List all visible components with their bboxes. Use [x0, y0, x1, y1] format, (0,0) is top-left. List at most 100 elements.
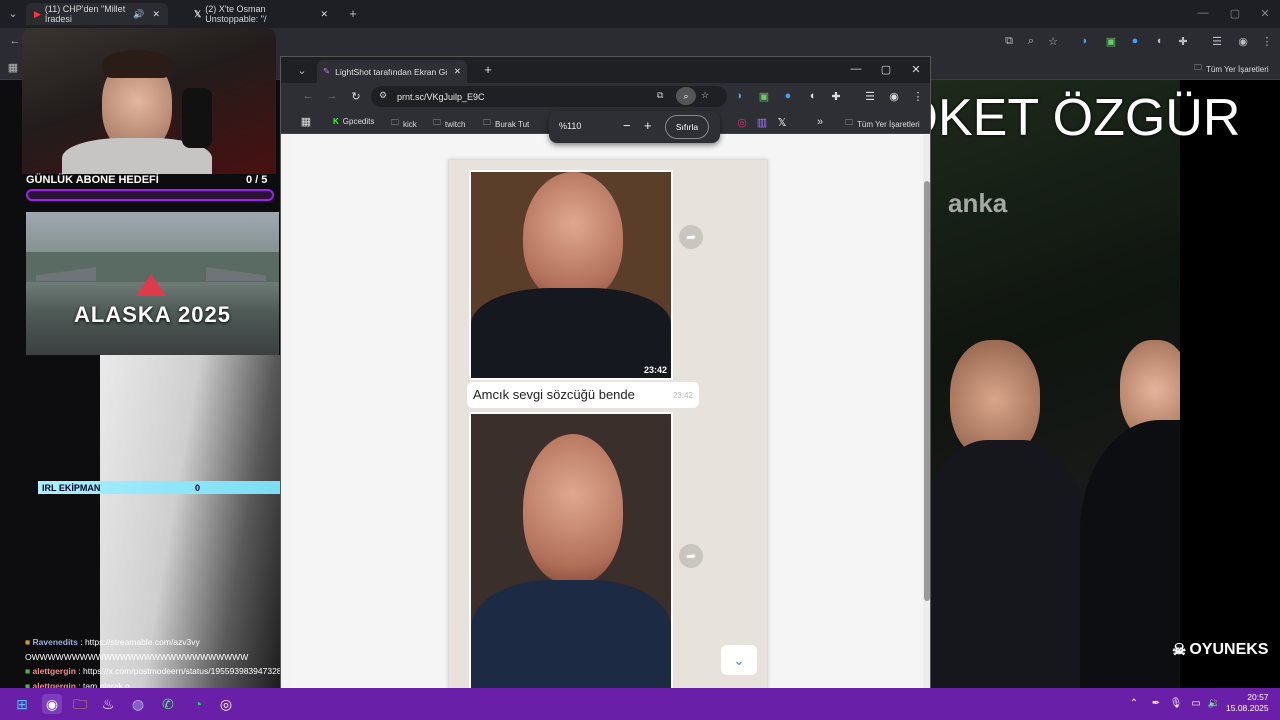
close-icon[interactable]: ✕: [320, 9, 328, 20]
discord-icon[interactable]: ◍: [128, 694, 148, 714]
spotify-icon[interactable]: ◔: [188, 694, 208, 714]
skull-icon: ☠: [1172, 642, 1187, 659]
steam-icon[interactable]: ♨: [98, 694, 118, 714]
twitch-icon[interactable]: ▥: [755, 116, 769, 129]
close-icon[interactable]: ✕: [454, 66, 461, 77]
more-bookmarks-icon[interactable]: »: [813, 116, 827, 128]
chrome-icon[interactable]: ◉: [42, 694, 62, 714]
site-info-icon[interactable]: ⚙: [379, 90, 387, 101]
windows-taskbar: ⊞ ◉ 🗀 ♨ ◍ ✆ ◔ ◎ ⌃ ✒ 🎙 ▭ 🔉: [0, 688, 1280, 720]
photo-timestamp: 23:42: [643, 365, 667, 375]
speaker-icon: 🔊: [133, 8, 145, 19]
maximize-icon[interactable]: ▢: [879, 63, 893, 76]
alaska-news-thumbnail: ALASKA 2025: [26, 212, 279, 355]
whatsapp-screenshot: 23:42 ➦ Amcık sevgi sözcüğü bende 23:42 …: [448, 159, 768, 689]
inner-browser-window: ⌄ ✎ LightShot tarafından Ekran Gör ✕ + —…: [280, 56, 931, 690]
obs-icon[interactable]: ◎: [216, 694, 236, 714]
chat-photo[interactable]: 23:42: [469, 170, 673, 380]
bookmark-twitch[interactable]: 🗀 twitch: [433, 117, 465, 131]
inner-tab-bar: ⌄ ✎ LightShot tarafından Ekran Gör ✕ + —…: [281, 57, 930, 83]
zoom-in-button[interactable]: +: [644, 118, 652, 133]
menu-icon[interactable]: ⋮: [1260, 35, 1274, 48]
bookmark-gpcedits[interactable]: K Gpcedits: [333, 117, 374, 126]
volume-icon[interactable]: 🔉: [1204, 694, 1224, 714]
extension-icon[interactable]: ▣: [757, 90, 771, 103]
menu-icon[interactable]: ⋮: [911, 90, 925, 103]
close-window-icon[interactable]: ✕: [1258, 7, 1272, 20]
avatar[interactable]: ◉: [887, 90, 901, 103]
tray-chevron-icon[interactable]: ⌃: [1124, 694, 1144, 714]
new-tab-button[interactable]: +: [481, 62, 495, 77]
tab-strip-icon[interactable]: ☰: [863, 90, 877, 103]
scrollbar-thumb[interactable]: [924, 181, 930, 601]
close-icon[interactable]: ✕: [152, 9, 160, 20]
extension-icon[interactable]: ▣: [1104, 35, 1118, 48]
apps-icon[interactable]: ▦: [299, 115, 313, 128]
x-logo-icon[interactable]: 𝕏: [775, 116, 789, 129]
brand-label: OYUNEKS: [1189, 641, 1269, 658]
minimize-icon[interactable]: —: [1196, 7, 1210, 19]
tab-label: LightShot tarafından Ekran Gör: [335, 66, 448, 77]
tray-pen-icon[interactable]: ✒: [1146, 694, 1166, 714]
zoom-icon[interactable]: ⌕: [1024, 35, 1038, 48]
x-logo-icon: 𝕏: [194, 8, 202, 19]
minimize-icon[interactable]: —: [849, 63, 863, 75]
zoom-out-button[interactable]: −: [623, 118, 631, 133]
bookmark-kick[interactable]: 🗀 kick: [391, 117, 417, 131]
forward-icon[interactable]: →: [325, 90, 339, 102]
instagram-icon[interactable]: ◎: [735, 116, 749, 129]
address-bar[interactable]: ⚙ prnt.sc/VKgJuilp_E9C ⧉ ⌕ ☆: [371, 86, 727, 107]
extension-icon[interactable]: ◗: [733, 90, 747, 102]
cast-icon[interactable]: ⧉: [657, 90, 663, 101]
irl-current: 0: [195, 482, 201, 493]
bookmark-burak-tut[interactable]: 🗀 Burak Tut: [483, 117, 529, 131]
extension-icon[interactable]: ◗: [1078, 35, 1092, 47]
forward-icon[interactable]: ➦: [679, 225, 703, 249]
star-icon[interactable]: ☆: [1046, 35, 1060, 48]
apps-icon[interactable]: ▦: [6, 61, 20, 74]
video-letterbox: [1180, 80, 1280, 688]
extension-icon[interactable]: ●: [1128, 35, 1142, 47]
microphone-icon[interactable]: 🎙: [1166, 694, 1186, 714]
file-explorer-icon[interactable]: 🗀: [70, 694, 90, 714]
oyuneks-logo: ☠ OYUNEKS: [1172, 640, 1268, 660]
microphone-icon: [182, 88, 212, 148]
reload-icon[interactable]: ↻: [349, 90, 363, 103]
chat-photo[interactable]: [469, 412, 673, 689]
audio-icon[interactable]: ◖: [1152, 35, 1166, 47]
zoom-reset-button[interactable]: Sıfırla: [665, 115, 709, 139]
taskbar-clock[interactable]: 20:57 15.08.2025: [1226, 692, 1269, 714]
puzzle-icon[interactable]: ✚: [1176, 35, 1190, 48]
back-icon[interactable]: ←: [301, 90, 315, 102]
outer-tab-bar: ⌄ ▶ (11) CHP'den "Millet İradesi 🔊 ✕ 𝕏 (…: [0, 0, 1280, 28]
chat-text: OWWWWWWWWWWWWWWWWWWWWWWWWWWW: [25, 652, 249, 662]
outer-tab-youtube[interactable]: ▶ (11) CHP'den "Millet İradesi 🔊 ✕: [26, 3, 168, 25]
forward-icon[interactable]: ➦: [679, 544, 703, 568]
network-icon[interactable]: ▭: [1186, 694, 1206, 714]
back-icon[interactable]: ←: [8, 35, 22, 47]
lightshot-page: 23:42 ➦ Amcık sevgi sözcüğü bende 23:42 …: [293, 135, 921, 689]
folder-icon: 🗀: [1194, 63, 1202, 72]
all-bookmarks-link[interactable]: 🗀 Tüm Yer İşaretleri: [845, 117, 920, 131]
cast-icon[interactable]: ⧉: [1002, 35, 1016, 48]
maximize-icon[interactable]: ▢: [1228, 7, 1242, 20]
whatsapp-icon[interactable]: ✆: [158, 694, 178, 714]
scroll-down-button[interactable]: ⌄: [721, 645, 757, 675]
avatar[interactable]: ◉: [1236, 35, 1250, 48]
all-bookmarks-link[interactable]: 🗀 Tüm Yer İşaretleri: [1194, 62, 1269, 76]
windows-start-icon[interactable]: ⊞: [12, 694, 32, 714]
puzzle-icon[interactable]: ✚: [829, 90, 843, 103]
tab-search-icon[interactable]: ⌄: [295, 64, 309, 77]
audio-icon[interactable]: ◖: [805, 90, 819, 102]
photo-shirt: [471, 580, 671, 689]
star-icon[interactable]: ☆: [701, 90, 709, 101]
inner-tab-lightshot[interactable]: ✎ LightShot tarafından Ekran Gör ✕: [317, 60, 467, 83]
tab-strip-icon[interactable]: ☰: [1210, 35, 1224, 48]
goal-count: 0 / 5: [246, 174, 268, 186]
close-window-icon[interactable]: ✕: [909, 63, 923, 76]
extension-icon[interactable]: ●: [781, 90, 795, 102]
outer-tab-x[interactable]: 𝕏 (2) X'te Osman Unstoppable: "/ ✕: [186, 3, 336, 25]
new-tab-button[interactable]: +: [346, 6, 360, 21]
zoom-icon[interactable]: ⌕: [676, 87, 696, 105]
tab-search-icon[interactable]: ⌄: [6, 7, 20, 20]
